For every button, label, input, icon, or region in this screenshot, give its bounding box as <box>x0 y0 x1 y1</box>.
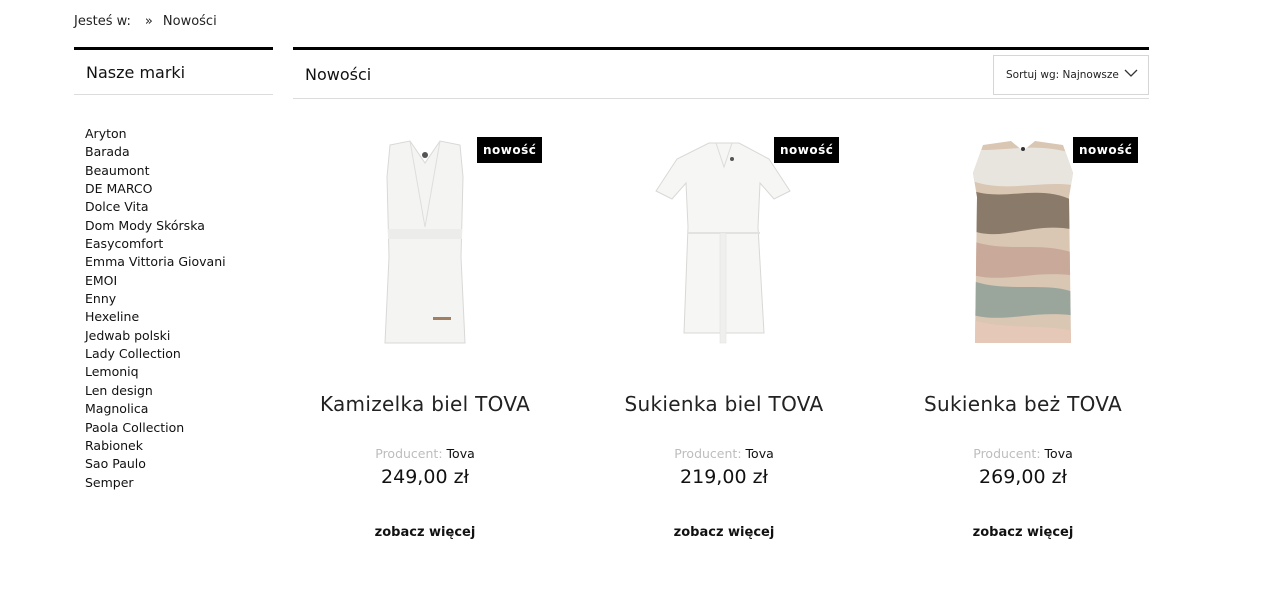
brand-link[interactable]: Easycomfort <box>85 235 226 253</box>
brand-link[interactable]: Emma Vittoria Giovani <box>85 253 226 271</box>
brand-link[interactable]: Barada <box>85 143 226 161</box>
brand-link[interactable]: Beaumont <box>85 162 226 180</box>
brand-link[interactable]: Rabionek <box>85 437 226 455</box>
producer-label: Producent: <box>973 446 1041 461</box>
section-header: Nowości Sortuj wg: Najnowsze <box>293 50 1149 99</box>
brand-link[interactable]: Lady Collection <box>85 345 226 363</box>
brands-sidebar: Nasze marki <box>74 47 273 95</box>
product-producer: Producent: Tova <box>883 446 1163 461</box>
product-image[interactable]: nowość <box>285 137 565 351</box>
sort-dropdown[interactable]: Sortuj wg: Najnowsze <box>993 55 1149 95</box>
chevron-down-icon <box>1124 69 1138 77</box>
producer-name[interactable]: Tova <box>447 446 475 461</box>
see-more-link[interactable]: zobacz więcej <box>285 525 565 540</box>
patterned-dress-image-icon <box>973 141 1073 343</box>
brand-link[interactable]: Magnolica <box>85 400 226 418</box>
product-producer: Producent: Tova <box>285 446 565 461</box>
producer-label: Producent: <box>674 446 742 461</box>
section-title: Nowości <box>305 64 372 84</box>
product-image[interactable]: nowość <box>584 137 864 351</box>
product-price: 219,00 zł <box>680 466 768 488</box>
brand-link[interactable]: EMOI <box>85 272 226 290</box>
product-name[interactable]: Kamizelka biel TOVA <box>285 392 565 416</box>
product-name[interactable]: Sukienka biel TOVA <box>584 392 864 416</box>
producer-name[interactable]: Tova <box>746 446 774 461</box>
brand-link[interactable]: Sao Paulo <box>85 455 226 473</box>
brand-link[interactable]: Len design <box>85 382 226 400</box>
product-image[interactable]: nowość <box>883 137 1163 351</box>
brand-link[interactable]: Semper <box>85 474 226 492</box>
dress-image-icon <box>655 142 791 344</box>
see-more-link[interactable]: zobacz więcej <box>584 525 864 540</box>
sidebar-title: Nasze marki <box>74 50 273 95</box>
producer-name[interactable]: Tova <box>1045 446 1073 461</box>
product-card[interactable]: nowość Sukienka beż TOVA Producent: Tova… <box>883 137 1163 540</box>
product-price: 269,00 zł <box>979 466 1067 488</box>
brand-link[interactable]: Hexeline <box>85 308 226 326</box>
products-section: Nowości Sortuj wg: Najnowsze <box>293 47 1149 99</box>
sort-label: Sortuj wg: Najnowsze <box>1006 69 1119 81</box>
brand-link[interactable]: Jedwab polski <box>85 327 226 345</box>
brand-link[interactable]: Dolce Vita <box>85 198 226 216</box>
breadcrumb: Jesteś w: » Nowości <box>74 14 217 29</box>
brand-link[interactable]: Aryton <box>85 125 226 143</box>
breadcrumb-separator: » <box>144 14 153 29</box>
product-card[interactable]: nowość Sukienka biel TOVA Producent: Tov… <box>584 137 864 540</box>
vest-image-icon <box>384 140 466 344</box>
product-name[interactable]: Sukienka beż TOVA <box>883 392 1163 416</box>
producer-label: Producent: <box>375 446 443 461</box>
brand-link[interactable]: Paola Collection <box>85 419 226 437</box>
product-card[interactable]: nowość Kamizelka biel TOVA Producent: To… <box>285 137 565 540</box>
breadcrumb-prefix: Jesteś w: <box>74 14 131 29</box>
new-badge: nowość <box>1073 137 1139 163</box>
brand-link[interactable]: DE MARCO <box>85 180 226 198</box>
new-badge: nowość <box>477 137 543 163</box>
brand-link[interactable]: Dom Mody Skórska <box>85 217 226 235</box>
brand-list: Aryton Barada Beaumont DE MARCO Dolce Vita Do… <box>85 125 226 492</box>
breadcrumb-current[interactable]: Nowości <box>163 14 217 29</box>
brand-link[interactable]: Enny <box>85 290 226 308</box>
new-badge: nowość <box>774 137 840 163</box>
product-producer: Producent: Tova <box>584 446 864 461</box>
product-price: 249,00 zł <box>381 466 469 488</box>
see-more-link[interactable]: zobacz więcej <box>883 525 1163 540</box>
brand-link[interactable]: Lemoniq <box>85 363 226 381</box>
